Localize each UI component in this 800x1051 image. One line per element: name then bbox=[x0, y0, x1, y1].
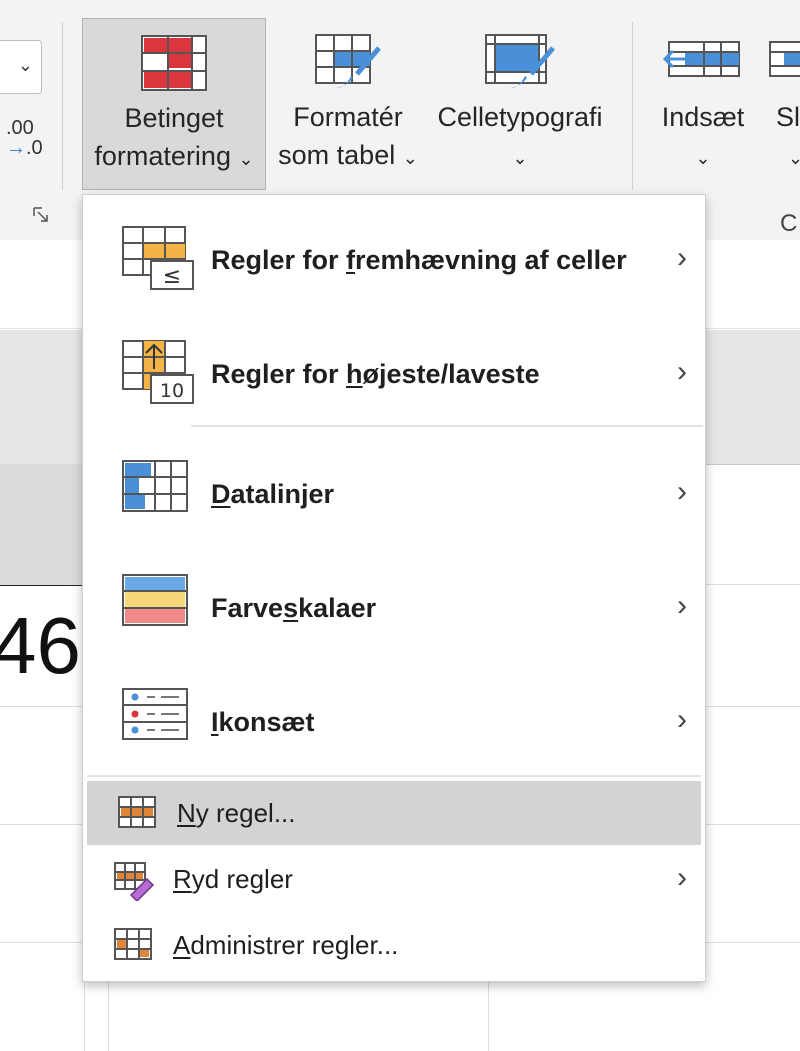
menu-item-data-bars[interactable]: Datalinjer › bbox=[83, 437, 705, 551]
menu-item-new-rule[interactable]: Ny regel... bbox=[87, 781, 701, 845]
menu-separator bbox=[87, 775, 701, 777]
chevron-down-icon: ⌄ bbox=[512, 148, 528, 168]
top-bottom-icon: 10 bbox=[122, 340, 194, 404]
data-bars-icon bbox=[122, 460, 188, 512]
conditional-formatting-button[interactable]: Betinget formatering ⌄ bbox=[82, 18, 266, 190]
cell-styles-button[interactable]: Celletypografi ⌄ bbox=[430, 18, 610, 190]
cell-text: l bbox=[0, 482, 2, 562]
conditional-format-icon bbox=[141, 35, 207, 91]
menu-item-top-bottom-rules[interactable]: 10 Regler for højeste/laveste › bbox=[83, 317, 705, 431]
chevron-down-icon: ⌄ bbox=[238, 149, 254, 169]
insert-cells-button[interactable]: Indsæt ⌄ bbox=[650, 18, 756, 190]
menu-item-label: Ikonsæt bbox=[211, 707, 315, 737]
svg-text:10: 10 bbox=[160, 380, 184, 402]
manage-rules-icon bbox=[114, 928, 152, 960]
delete-cells-button[interactable]: Sl ⌄ bbox=[764, 18, 800, 190]
menu-item-label: Administrer regler... bbox=[173, 930, 399, 960]
menu-item-highlight-cells-rules[interactable]: ≤ Regler for fremhævning af celler › bbox=[83, 203, 705, 317]
ribbon-separator bbox=[62, 22, 63, 190]
format-table-icon bbox=[315, 34, 381, 88]
menu-item-label: Ny regel... bbox=[177, 798, 296, 828]
chevron-down-icon: ⌄ bbox=[788, 148, 800, 168]
menu-item-label: Farveskalaer bbox=[211, 593, 377, 623]
menu-item-label: Datalinjer bbox=[211, 479, 335, 509]
selected-cell[interactable]: l bbox=[0, 464, 84, 586]
chevron-right-icon: › bbox=[677, 475, 687, 508]
delete-cells-icon bbox=[769, 41, 800, 77]
menu-item-label: Regler for fremhævning af celler bbox=[211, 245, 627, 275]
format-as-table-button[interactable]: Formatér som tabel ⌄ bbox=[270, 18, 426, 190]
decrease-decimal-button[interactable]: .00 →.0 bbox=[6, 118, 43, 158]
conditional-formatting-menu: ≤ Regler for fremhævning af celler › 10 … bbox=[82, 194, 706, 982]
chevron-right-icon: › bbox=[677, 861, 687, 894]
menu-item-label: Regler for højeste/laveste bbox=[211, 359, 540, 389]
button-label: Celletypografi bbox=[437, 102, 603, 132]
button-label: formatering bbox=[94, 141, 231, 171]
button-label: som tabel bbox=[278, 140, 396, 170]
color-scales-icon bbox=[122, 574, 188, 626]
chevron-right-icon: › bbox=[677, 241, 687, 274]
button-label: Betinget bbox=[124, 103, 224, 133]
chevron-right-icon: › bbox=[677, 589, 687, 622]
button-label: Indsæt bbox=[661, 102, 745, 132]
chevron-down-icon: ⌄ bbox=[402, 148, 418, 168]
menu-item-icon-sets[interactable]: Ikonsæt › bbox=[83, 665, 705, 779]
new-rule-icon bbox=[118, 796, 156, 828]
dialog-launcher-icon[interactable] bbox=[32, 206, 50, 224]
chevron-right-icon: › bbox=[677, 355, 687, 388]
button-label: Formatér bbox=[293, 102, 403, 132]
svg-text:≤: ≤ bbox=[163, 264, 181, 289]
ribbon-separator bbox=[632, 22, 633, 190]
highlight-rules-icon: ≤ bbox=[122, 226, 194, 290]
chevron-down-icon: ⌄ bbox=[695, 148, 711, 168]
menu-separator bbox=[191, 425, 703, 427]
chevron-right-icon: › bbox=[677, 703, 687, 736]
menu-item-label: Ryd regler bbox=[173, 864, 293, 894]
group-label: C bbox=[780, 210, 798, 237]
menu-item-manage-rules[interactable]: Administrer regler... bbox=[83, 913, 705, 977]
menu-item-clear-rules[interactable]: Ryd regler › bbox=[83, 847, 705, 911]
cell-styles-icon bbox=[485, 34, 555, 88]
insert-cells-icon bbox=[663, 41, 740, 77]
icon-sets-icon bbox=[122, 688, 188, 740]
clear-rules-icon bbox=[114, 862, 155, 901]
number-format-dropdown[interactable]: ⌄ bbox=[0, 40, 42, 94]
menu-item-color-scales[interactable]: Farveskalaer › bbox=[83, 551, 705, 665]
chevron-down-icon: ⌄ bbox=[17, 55, 33, 75]
button-label: Sl bbox=[776, 102, 800, 132]
